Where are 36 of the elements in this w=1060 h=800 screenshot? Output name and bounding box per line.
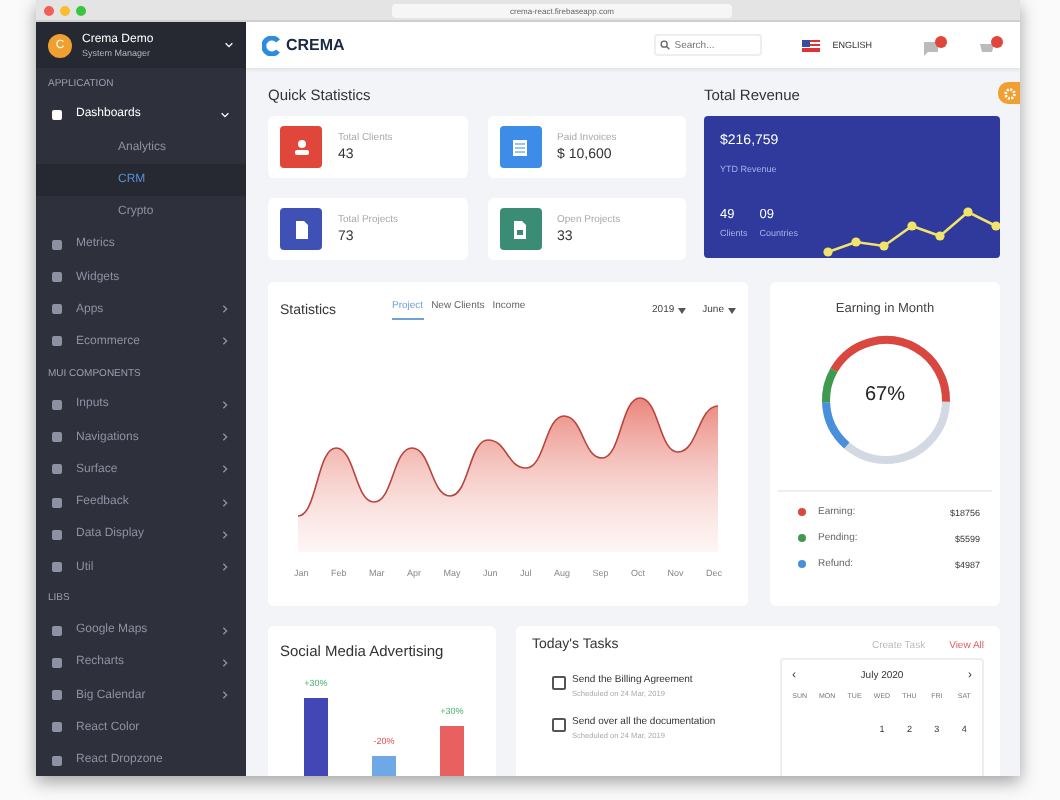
flag-icon[interactable] [802,39,821,51]
caret-icon [678,307,687,313]
menu-item-icon [52,529,62,540]
menu-item-icon [52,562,62,573]
message-icon[interactable] [924,35,948,55]
maximize-dot[interactable] [76,5,86,15]
logo-text: CREMA [286,36,345,54]
search-icon [660,40,671,50]
menu-item-icon [52,464,62,475]
menu-item-icon [52,497,62,508]
caret-icon [728,307,736,313]
menu-item-icon [52,399,62,410]
settings-button[interactable] [998,82,1020,104]
menu-item-icon [52,722,62,733]
menu-item-icon [52,272,62,283]
cart-icon[interactable] [980,35,1004,55]
settings-icon [1003,87,1015,99]
minimize-dot[interactable] [60,5,70,15]
checkbox[interactable] [552,718,566,732]
logo-icon [262,35,282,55]
person-icon [289,135,313,159]
menu-item-icon [52,109,62,120]
chevron-icon[interactable] [224,40,234,50]
menu-item-icon [52,336,62,347]
menu-item-icon [52,690,62,701]
menu-item-icon [52,304,62,315]
checkbox[interactable] [552,676,566,690]
menu-item-icon [52,625,62,636]
menu-item-icon [52,755,62,766]
menu-item-icon [52,432,62,443]
menu-item-icon [52,239,62,250]
menu-item-icon [52,657,62,668]
document-icon [508,217,532,241]
close-dot[interactable] [44,5,54,15]
list-icon [508,135,532,159]
donut-percent: 67% [864,384,905,406]
